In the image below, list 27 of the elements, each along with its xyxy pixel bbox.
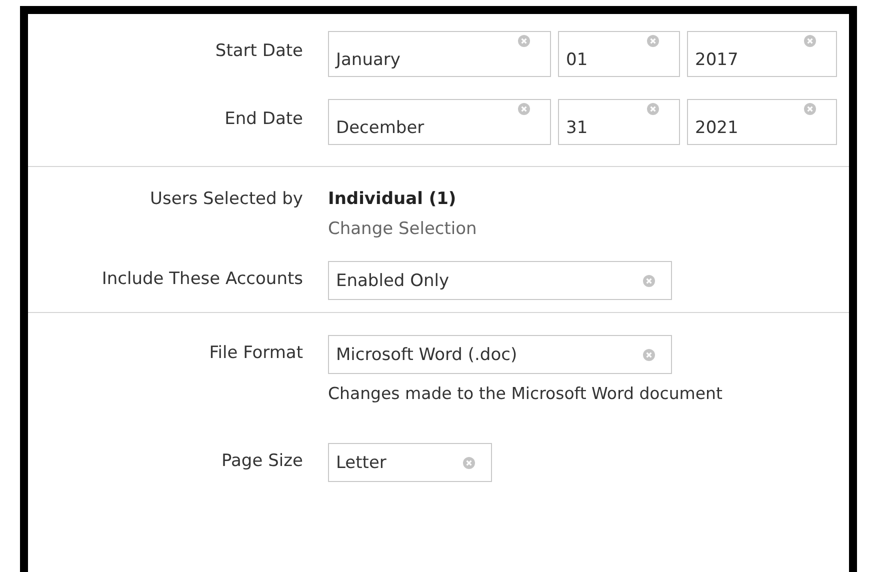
field-label: End Date: [224, 108, 304, 129]
clear-icon[interactable]: [804, 35, 816, 47]
field-label: Include These Accounts: [100, 268, 304, 289]
select-field[interactable]: Microsoft Word (.doc): [328, 335, 672, 374]
select-field[interactable]: January: [328, 31, 551, 77]
select-field[interactable]: 2017: [687, 31, 837, 77]
clear-icon[interactable]: [647, 35, 659, 47]
field-label: Users Selected by: [149, 189, 304, 209]
clear-icon[interactable]: [804, 103, 816, 115]
clear-icon[interactable]: [463, 457, 475, 469]
change-selection-link[interactable]: Change Selection: [328, 219, 477, 239]
clear-icon[interactable]: [643, 275, 655, 287]
select-field[interactable]: Letter: [328, 443, 492, 482]
select-field[interactable]: Enabled Only: [328, 261, 672, 300]
clear-icon[interactable]: [643, 349, 655, 361]
field-label: File Format: [208, 342, 304, 363]
clear-icon[interactable]: [647, 103, 659, 115]
select-field[interactable]: 2021: [687, 99, 837, 145]
help-text: Changes made to the Microsoft Word document: [328, 384, 722, 405]
clear-icon[interactable]: [518, 35, 530, 47]
selection-value: Individual (1): [328, 189, 458, 209]
field-label: Page Size: [220, 450, 304, 471]
field-label: Start Date: [214, 40, 304, 61]
select-field[interactable]: 31: [558, 99, 680, 145]
clear-icon[interactable]: [518, 103, 530, 115]
select-field[interactable]: 01: [558, 31, 680, 77]
select-field[interactable]: December: [328, 99, 551, 145]
